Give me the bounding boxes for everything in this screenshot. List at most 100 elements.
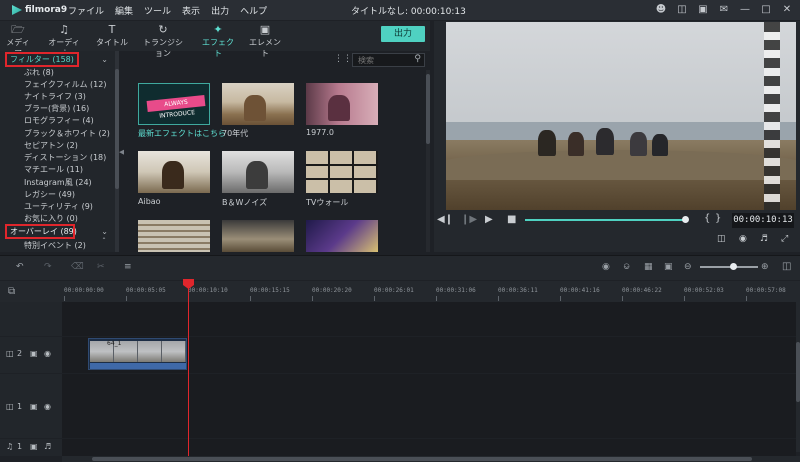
delete-icon[interactable]: ⌫: [71, 262, 84, 272]
sidebar-item[interactable]: ブラック＆ホワイト (2): [24, 128, 110, 139]
sidebar-item[interactable]: ブラー(背景) (16): [24, 103, 89, 114]
effect-label[interactable]: 最新エフェクトはこちら: [138, 128, 226, 139]
step-forward-icon[interactable]: ❙▶: [461, 214, 477, 225]
search-icon[interactable]: ⚲: [414, 54, 421, 64]
video-preview[interactable]: [446, 22, 796, 210]
sidebar-item[interactable]: ディストーション (18): [24, 152, 106, 163]
close-icon[interactable]: ✕: [780, 3, 794, 17]
ruler-time: 00:00:31:06: [436, 287, 476, 294]
tab-elements[interactable]: ▣ エレメント: [248, 23, 282, 59]
tab-titles[interactable]: T タイトル: [96, 23, 128, 48]
adjust-icon[interactable]: ≡: [124, 262, 132, 272]
menu-help[interactable]: ヘルプ: [240, 4, 267, 17]
panel-layout-icon[interactable]: ◫: [782, 261, 791, 272]
timeline-vertical-scrollbar[interactable]: [796, 302, 800, 452]
chevron-up-icon[interactable]: ˆ: [102, 237, 106, 246]
user-icon[interactable]: ☻: [654, 3, 668, 17]
snapshot-icon[interactable]: ◉: [739, 234, 747, 244]
effect-thumbnail-new[interactable]: ALWAYS INTRODUCE: [138, 83, 210, 125]
video-clip[interactable]: 64_1: [88, 338, 187, 370]
sidebar-item[interactable]: Instagram風 (24): [24, 177, 92, 188]
scrollbar-thumb[interactable]: [426, 74, 430, 144]
marker-icon[interactable]: ◉: [602, 262, 610, 272]
effect-thumbnail-bw-noise[interactable]: [222, 151, 294, 193]
split-icon[interactable]: ✂: [97, 262, 105, 272]
effect-thumbnail-1977[interactable]: [306, 83, 378, 125]
zoom-slider[interactable]: [700, 266, 758, 268]
speaker-icon[interactable]: ♬: [44, 442, 51, 451]
sidebar-item[interactable]: お気に入り (0): [24, 213, 78, 224]
menu-export[interactable]: 出力: [211, 4, 229, 17]
lock-icon[interactable]: ▣: [30, 442, 38, 451]
sidebar-item[interactable]: ロモグラフィー (4): [24, 115, 94, 126]
tab-transitions[interactable]: ↻ トランジション: [140, 23, 186, 59]
lock-icon[interactable]: ▣: [30, 402, 38, 411]
mark-out-icon[interactable]: }: [715, 213, 721, 224]
effect-thumbnail[interactable]: [222, 220, 294, 252]
sidebar-item[interactable]: 特別イベント (2): [24, 240, 86, 251]
audio-mixer-icon[interactable]: ▦: [644, 262, 653, 272]
mail-icon[interactable]: ✉: [717, 3, 731, 17]
playhead[interactable]: [188, 287, 189, 457]
tab-effects[interactable]: ✦ エフェクト: [199, 23, 237, 59]
effect-label[interactable]: TVウォール: [306, 197, 348, 208]
timeline-horizontal-scrollbar[interactable]: [62, 456, 800, 462]
sidebar-item[interactable]: レガシー (49): [24, 189, 75, 200]
effect-thumbnail-tv-wall[interactable]: [306, 151, 378, 193]
search-box[interactable]: ⚲: [352, 53, 425, 67]
microphone-icon[interactable]: ⎉: [623, 262, 630, 272]
effect-thumbnail[interactable]: [138, 220, 210, 252]
fullscreen-icon[interactable]: ⤢: [781, 234, 788, 244]
timeline-ruler[interactable]: 00:00:00:00 00:00:05:05 00:00:10:10 00:0…: [62, 281, 800, 302]
stop-icon[interactable]: ■: [507, 214, 516, 225]
zoom-in-icon[interactable]: ⊕: [761, 262, 769, 272]
zoom-slider-handle[interactable]: [730, 263, 737, 270]
effect-thumbnail-70s[interactable]: [222, 83, 294, 125]
effect-label[interactable]: 70年代: [222, 128, 248, 139]
mark-in-icon[interactable]: {: [704, 213, 710, 224]
step-back-icon[interactable]: ◀❙: [437, 214, 453, 225]
menu-view[interactable]: 表示: [182, 4, 200, 17]
effect-thumbnail[interactable]: [306, 220, 378, 252]
export-button[interactable]: 出力: [381, 26, 425, 42]
scrollbar-thumb[interactable]: [92, 457, 752, 461]
eye-icon[interactable]: ◉: [44, 402, 51, 411]
add-track-icon[interactable]: ⧉: [8, 286, 15, 297]
minimize-icon[interactable]: —: [738, 3, 752, 17]
maximize-icon[interactable]: □: [759, 3, 773, 17]
gift-icon[interactable]: ▣: [696, 3, 710, 17]
preview-progress-bar[interactable]: [525, 219, 687, 221]
redo-icon[interactable]: ↷: [44, 262, 52, 272]
volume-icon[interactable]: ♬: [760, 234, 768, 244]
sidebar-item[interactable]: ナイトライフ (3): [24, 91, 86, 102]
lock-icon[interactable]: ▣: [30, 349, 38, 358]
scrollbar-thumb[interactable]: [796, 342, 800, 402]
effect-label[interactable]: Aibao: [138, 197, 161, 206]
sidebar-item[interactable]: マチエール (11): [24, 164, 83, 175]
preview-progress-handle[interactable]: [682, 216, 689, 223]
effect-label[interactable]: B＆Wノイズ: [222, 197, 267, 208]
effects-grid-scrollbar[interactable]: [426, 70, 430, 252]
menu-edit[interactable]: 編集: [115, 4, 133, 17]
track-lane-empty[interactable]: [62, 302, 796, 336]
effect-thumbnail-aibao[interactable]: [138, 151, 210, 193]
track-lane-video-1[interactable]: [62, 374, 796, 438]
display-settings-icon[interactable]: ◫: [717, 234, 726, 244]
sidebar-item[interactable]: フェイクフィルム (12): [24, 79, 106, 90]
grid-view-icon[interactable]: ⋮⋮: [334, 55, 352, 64]
search-input[interactable]: [353, 54, 411, 66]
menu-file[interactable]: ファイル: [68, 4, 104, 17]
play-icon[interactable]: ▶: [485, 214, 493, 225]
effect-label[interactable]: 1977.0: [306, 128, 334, 137]
scrollbar-thumb[interactable]: [115, 69, 119, 189]
undo-icon[interactable]: ↶: [16, 262, 24, 272]
eye-icon[interactable]: ◉: [44, 349, 51, 358]
cart-icon[interactable]: ◫: [675, 3, 689, 17]
fit-timeline-icon[interactable]: ▣: [664, 262, 673, 272]
track-lane-audio-1[interactable]: [62, 439, 796, 456]
menu-tools[interactable]: ツール: [144, 4, 171, 17]
sidebar-item[interactable]: セピアトン (2): [24, 140, 78, 151]
zoom-out-icon[interactable]: ⊖: [684, 262, 692, 272]
sidebar-item[interactable]: ぶれ (8): [24, 67, 54, 78]
sidebar-item[interactable]: ユーティリティ (9): [24, 201, 93, 212]
